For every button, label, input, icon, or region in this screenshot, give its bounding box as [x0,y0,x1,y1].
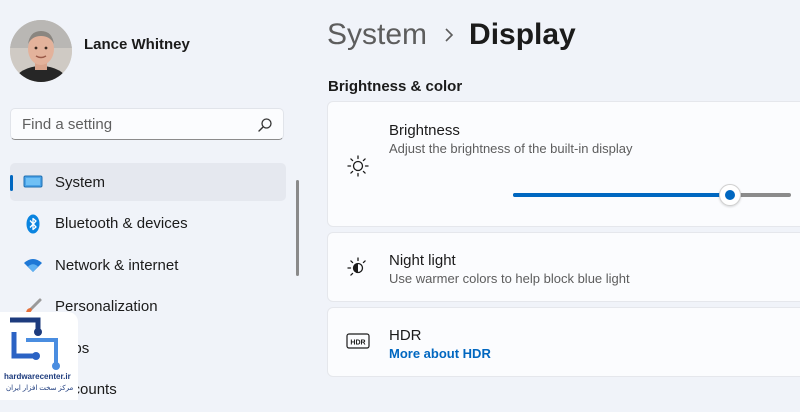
section-title: Brightness & color [328,78,463,95]
sidebar-item-network-internet[interactable]: Network & internet [10,246,286,284]
night-light-title: Night light [389,252,456,269]
watermark-subtitle: مرکز سخت افزار ایران [6,385,74,392]
sidebar-item-label: System [55,173,106,191]
sidebar-item-bluetooth-devices[interactable]: Bluetooth & devices [10,205,286,243]
monitor-icon [22,171,44,193]
hdr-title: HDR [389,327,422,344]
brightness-description: Adjust the brightness of the built-in di… [389,141,633,156]
search-box[interactable] [10,108,284,140]
selection-indicator [10,175,13,191]
hdr-card[interactable]: HDR HDR More about HDR [327,307,800,377]
brightness-slider[interactable] [513,184,791,206]
night-light-icon [347,257,366,276]
breadcrumb: System Display [327,18,576,52]
search-icon[interactable] [257,117,273,133]
chevron-right-icon [445,28,454,42]
brightness-slider-thumb[interactable] [718,184,741,206]
breadcrumb-parent[interactable]: System [327,18,427,52]
bluetooth-icon [22,213,44,235]
svg-text:HDR: HDR [350,340,365,347]
sidebar-item-label: Bluetooth & devices [55,215,188,232]
night-light-card[interactable]: Night light Use warmer colors to help bl… [327,232,800,302]
sidebar-scrollbar[interactable] [296,180,299,276]
sun-icon [347,155,369,177]
brightness-title: Brightness [389,122,460,139]
circuit-logo-icon [10,317,60,370]
brightness-card: Brightness Adjust the brightness of the … [327,101,800,227]
search-input[interactable] [11,109,252,139]
more-about-hdr-link[interactable]: More about HDR [389,346,491,361]
avatar[interactable] [10,20,72,82]
watermark-brand: hardwarecenter.ir [4,372,71,381]
sidebar-item-label: Network & internet [55,256,179,274]
page-title: Display [469,18,576,51]
watermark-logo: hardwarecenter.ir مرکز سخت افزار ایران [0,312,78,400]
night-light-description: Use warmer colors to help block blue lig… [389,271,630,286]
hdr-icon: HDR [346,333,370,349]
sidebar-item-system[interactable]: System [10,163,286,201]
brightness-slider-fill [513,193,730,197]
user-name: Lance Whitney [84,36,190,53]
wifi-icon [22,254,44,276]
